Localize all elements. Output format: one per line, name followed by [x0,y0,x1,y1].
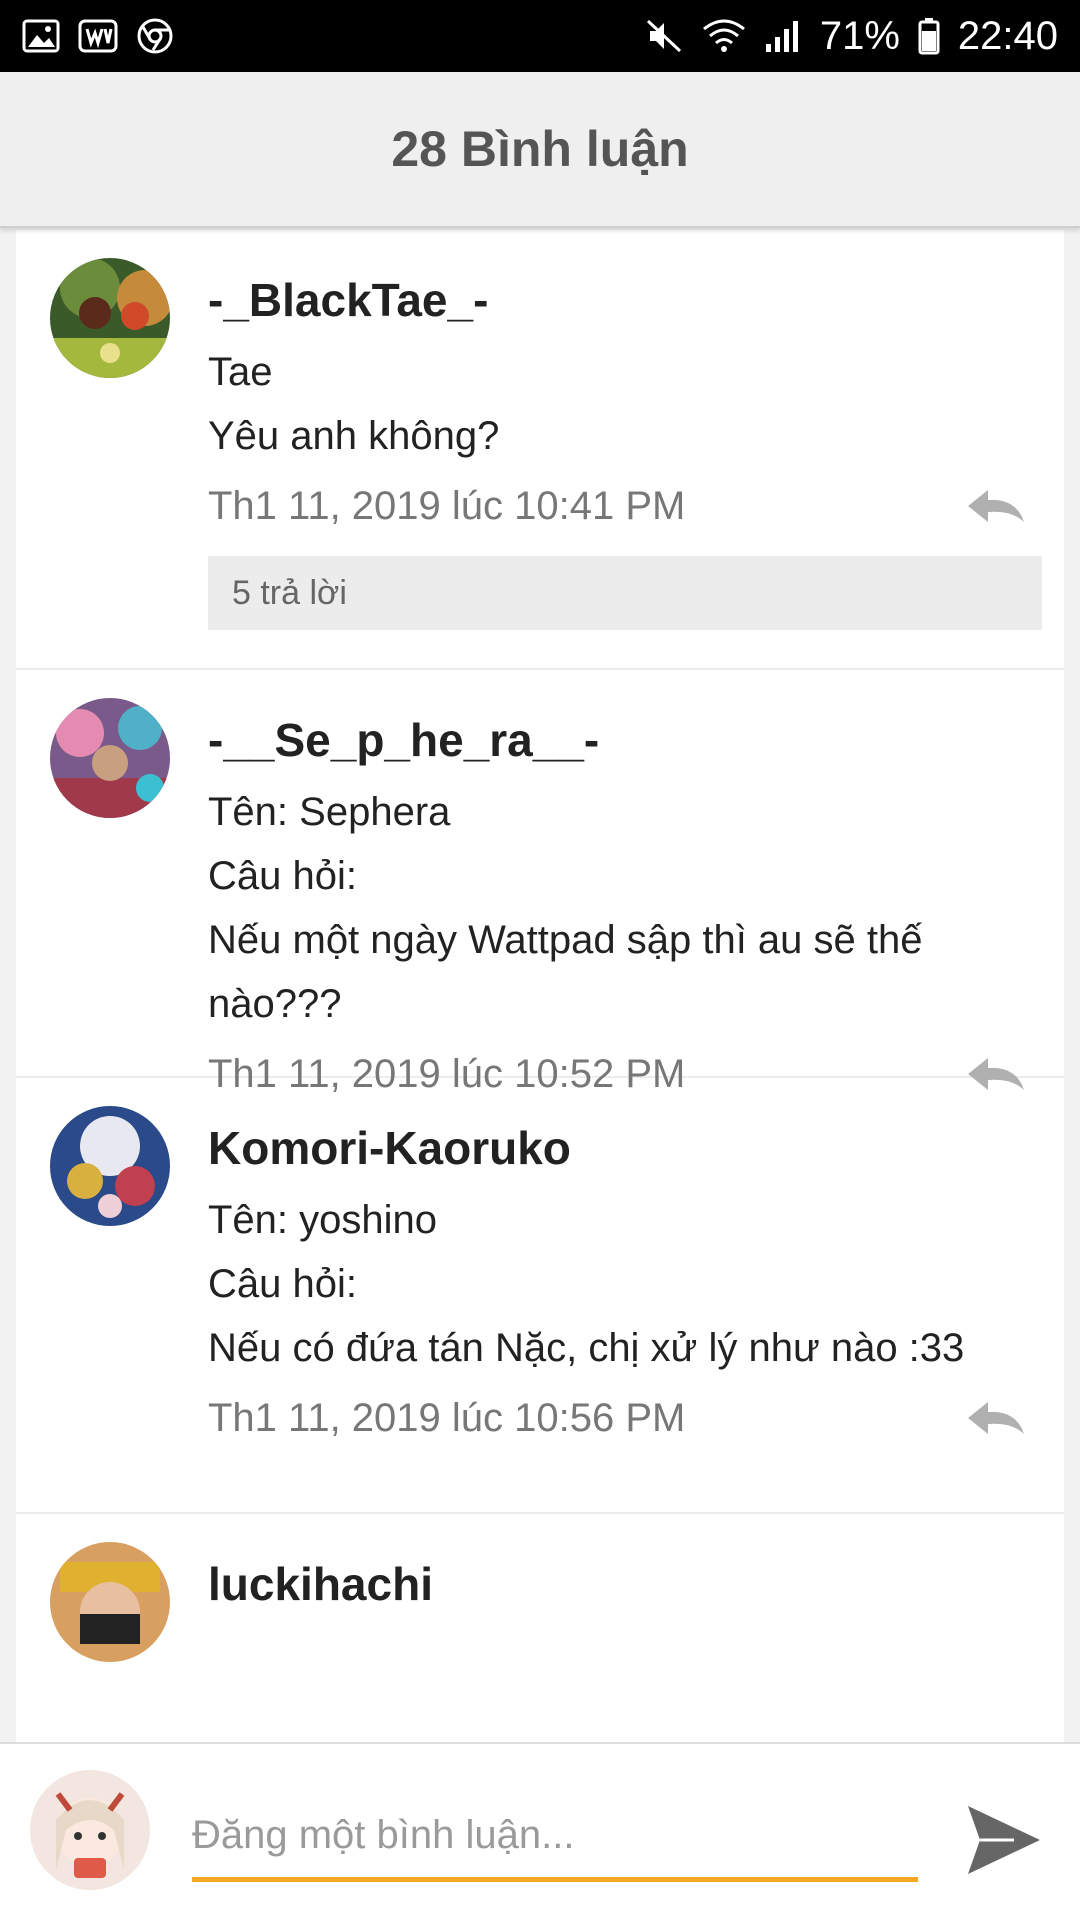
comment-username[interactable]: -__Se_p_he_ra__- [208,710,1042,770]
send-icon [968,1806,1040,1874]
comment-composer [0,1742,1080,1920]
comments-header: 28 Bình luận [0,72,1080,228]
comment-text: Câu hỏi: [208,1262,357,1306]
view-replies-button[interactable]: 5 trả lời [208,556,1042,630]
user-avatar[interactable] [50,1542,170,1662]
comment-username[interactable]: luckihachi [208,1554,1042,1614]
signal-icon [764,18,802,54]
comment-item: -_BlackTae_- Tae Yêu anh không? Th1 11, … [16,230,1064,670]
clock-time: 22:40 [957,13,1058,58]
wattpad-icon [78,19,118,53]
reply-icon[interactable] [964,486,1028,526]
send-button[interactable] [960,1796,1048,1884]
chrome-icon [136,17,174,55]
comment-text: Yêu anh không? [208,414,500,458]
comment-text: Nếu có đứa tán Nặc, chị xử lý như nào :3… [208,1326,965,1370]
comment-item: -__Se_p_he_ra__- Tên: Sephera Câu hỏi: N… [16,670,1064,1096]
status-bar-right: 71% 22:40 [644,14,1058,59]
battery-icon [918,17,940,55]
reply-icon[interactable] [964,1398,1028,1438]
comment-item: Komori-Kaoruko Tên: yoshino Câu hỏi: Nếu… [16,1078,1064,1514]
my-avatar [30,1770,150,1890]
user-avatar[interactable] [50,698,170,818]
status-bar-left [22,17,174,55]
mute-icon [644,17,684,55]
comment-text: Tên: Sephera [208,790,451,834]
comment-username[interactable]: Komori-Kaoruko [208,1118,1042,1178]
status-bar: 71% 22:40 [0,0,1080,72]
comment-input[interactable] [192,1794,918,1882]
comment-text: nào??? [208,982,342,1026]
wifi-icon [702,17,746,55]
page-title: 28 Bình luận [391,121,689,177]
comment-text: Nếu một ngày Wattpad sập thì au sẽ thế [208,918,923,962]
comment-date: Th1 11, 2019 lúc 10:56 PM [208,1395,686,1440]
user-avatar[interactable] [50,258,170,378]
comments-list[interactable]: -_BlackTae_- Tae Yêu anh không? Th1 11, … [16,230,1064,1742]
comment-text: Tae [208,350,273,394]
comment-date: Th1 11, 2019 lúc 10:41 PM [208,483,686,528]
comment-text: Tên: yoshino [208,1198,438,1242]
comment-item: luckihachi [16,1514,1064,1742]
battery-percent: 71% [819,13,900,58]
user-avatar[interactable] [50,1106,170,1226]
image-icon [22,19,60,53]
comment-text: Câu hỏi: [208,854,357,898]
comment-username[interactable]: -_BlackTae_- [208,270,1042,330]
